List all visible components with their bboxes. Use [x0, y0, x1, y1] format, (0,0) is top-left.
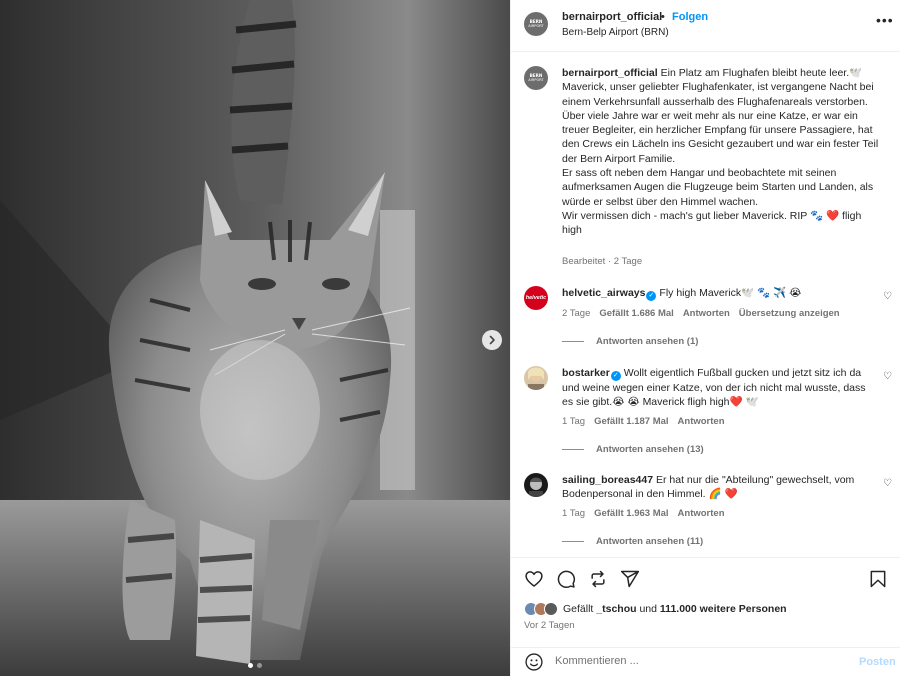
- caption-line-2: Über viele Jahre war er weit mehr als nu…: [562, 109, 879, 165]
- likes-summary[interactable]: Gefällt _tschou und 111.000 weitere Pers…: [524, 602, 787, 616]
- comment-avatar[interactable]: [524, 366, 548, 390]
- post-caption: bernairport_official Ein Platz am Flugha…: [562, 66, 882, 238]
- view-replies-button[interactable]: Antworten ansehen (1): [562, 336, 698, 347]
- location-link[interactable]: Bern-Belp Airport (BRN): [562, 27, 669, 38]
- avatar-logo-text: helvetic: [525, 295, 547, 301]
- verified-badge-icon: ✓: [646, 291, 657, 301]
- caption-username[interactable]: bernairport_official: [562, 67, 658, 79]
- post-media[interactable]: [0, 0, 510, 676]
- comment-meta: 2 Tage Gefällt 1.686 Mal Antworten Übers…: [562, 308, 840, 319]
- comment-text: bostarker ✓ Wollt eigentlich Fußball guck…: [562, 366, 872, 410]
- divider-line: [562, 449, 584, 450]
- comment-time: 1 Tag: [562, 416, 586, 427]
- repost-icon[interactable]: [588, 569, 608, 589]
- comment-avatar[interactable]: helvetic: [524, 286, 548, 310]
- separator-dot: •: [661, 11, 665, 23]
- comment-input[interactable]: [555, 655, 835, 667]
- comment-bubble-icon[interactable]: [556, 569, 576, 589]
- comment-username[interactable]: bostarker: [562, 367, 610, 379]
- comment-text: helvetic_airways ✓ Fly high Maverick🕊️ 🐾 …: [562, 286, 872, 301]
- like-heart-icon[interactable]: [524, 569, 544, 589]
- comment-meta: 1 Tag Gefällt 1.963 Mal Antworten: [562, 508, 725, 519]
- caption-avatar[interactable]: BERN AIRPORT: [524, 66, 548, 90]
- comment-username[interactable]: sailing_boreas447: [562, 474, 653, 486]
- emoji-icon[interactable]: [524, 652, 544, 672]
- view-replies-button[interactable]: Antworten ansehen (13): [562, 444, 704, 455]
- view-replies-label: Antworten ansehen (1): [596, 336, 699, 347]
- comment-username[interactable]: helvetic_airways: [562, 287, 645, 299]
- post-dialog: BERN AIRPORT bernairport_official • Folg…: [0, 0, 900, 676]
- reply-button[interactable]: Antworten: [683, 308, 730, 319]
- comment-time: 1 Tag: [562, 508, 586, 519]
- translate-button[interactable]: Übersetzung anzeigen: [739, 308, 840, 319]
- chevron-right-icon: [489, 335, 495, 345]
- comment-likes[interactable]: Gefällt 1.963 Mal: [594, 508, 668, 519]
- comment-likes[interactable]: Gefällt 1.686 Mal: [599, 308, 673, 319]
- heart-icon[interactable]: ♡: [883, 478, 892, 489]
- carousel-dot-1: [248, 663, 253, 668]
- comment-meta: 1 Tag Gefällt 1.187 Mal Antworten: [562, 416, 725, 427]
- post-actions: Gefällt _tschou und 111.000 weitere Pers…: [511, 557, 900, 657]
- comment-text: sailing_boreas447 Er hat nur die "Abteil…: [562, 473, 872, 502]
- view-replies-label: Antworten ansehen (11): [596, 536, 704, 547]
- account-avatar[interactable]: BERN AIRPORT: [524, 12, 548, 36]
- likes-user[interactable]: _tschou: [596, 603, 636, 615]
- caption-meta: Bearbeitet · 2 Tage: [562, 256, 643, 267]
- comment-avatar[interactable]: [524, 473, 548, 497]
- liker-avatar: [544, 602, 558, 616]
- likes-middle: und: [639, 603, 657, 615]
- likes-text: Gefällt _tschou und 111.000 weitere Pers…: [563, 603, 787, 615]
- verified-badge-icon: ✓: [610, 371, 621, 381]
- comment-likes[interactable]: Gefällt 1.187 Mal: [594, 416, 668, 427]
- heart-icon[interactable]: ♡: [883, 291, 892, 302]
- post-panel: BERN AIRPORT bernairport_official • Folg…: [510, 0, 900, 676]
- comments-area[interactable]: BERN AIRPORT bernairport_official Ein Pl…: [511, 52, 900, 557]
- comment-time: 2 Tage: [562, 308, 591, 319]
- view-replies-label: Antworten ansehen (13): [596, 444, 704, 455]
- user-photo-icon: [528, 367, 544, 390]
- caption-paragraph: bernairport_official Ein Platz am Flugha…: [562, 66, 882, 109]
- comment-body: Fly high Maverick🕊️ 🐾 ✈️ 😭: [659, 287, 802, 299]
- avatar-logo-subtext: AIRPORT: [528, 24, 544, 28]
- more-options-icon[interactable]: •••: [876, 12, 894, 28]
- reply-button[interactable]: Antworten: [678, 508, 725, 519]
- caption-line-3: Er sass oft neben dem Hangar und beobach…: [562, 167, 874, 208]
- cat-photo: [0, 0, 510, 676]
- likes-prefix: Gefällt: [563, 603, 594, 615]
- carousel-dot-2: [257, 663, 262, 668]
- post-comment-button[interactable]: Posten: [859, 656, 896, 668]
- avatar-logo-subtext: AIRPORT: [528, 78, 544, 82]
- follow-button[interactable]: Folgen: [672, 11, 708, 23]
- comment-composer: Posten: [511, 647, 900, 676]
- next-slide-button[interactable]: [482, 330, 502, 350]
- bookmark-icon[interactable]: [868, 569, 888, 589]
- likes-others[interactable]: 111.000 weitere Personen: [660, 603, 787, 615]
- user-photo-icon: [529, 477, 543, 497]
- reply-button[interactable]: Antworten: [678, 416, 725, 427]
- view-replies-button[interactable]: Antworten ansehen (11): [562, 536, 703, 547]
- caption-line-4: Wir vermissen dich - mach's gut lieber M…: [562, 209, 862, 237]
- divider-line: [562, 341, 584, 342]
- post-header: BERN AIRPORT bernairport_official • Folg…: [511, 0, 900, 52]
- share-icon[interactable]: [620, 569, 640, 589]
- heart-icon[interactable]: ♡: [883, 371, 892, 382]
- divider-line: [562, 541, 584, 542]
- post-time: Vor 2 Tagen: [524, 620, 575, 631]
- carousel-indicator: [0, 663, 510, 668]
- account-username[interactable]: bernairport_official: [562, 11, 662, 23]
